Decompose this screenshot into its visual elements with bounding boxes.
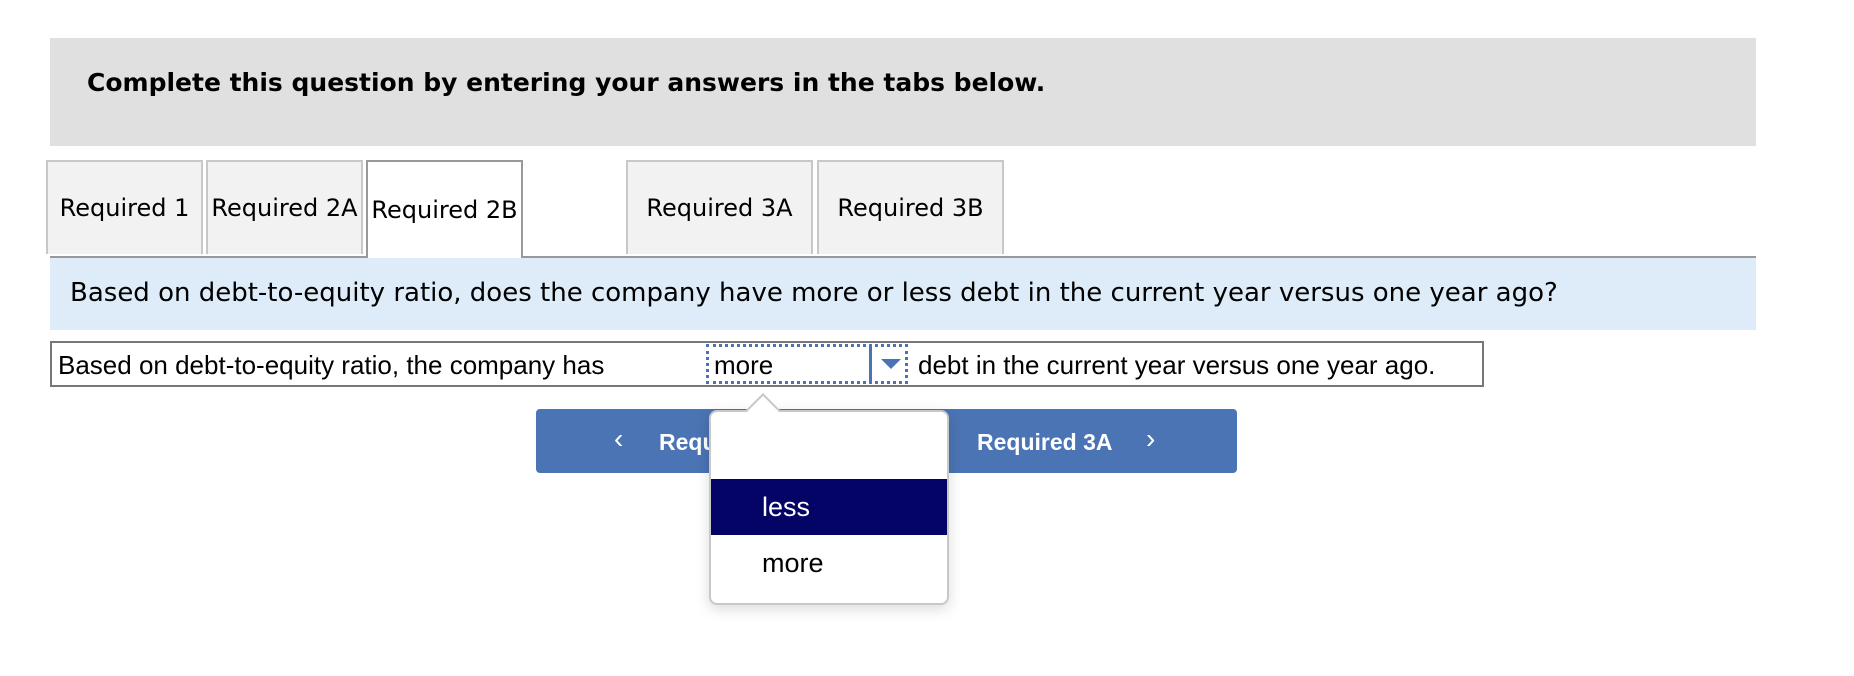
tab-label: Required 2A bbox=[211, 194, 358, 222]
question-text: Based on debt-to-equity ratio, does the … bbox=[70, 278, 1558, 308]
tab-label: Required 2B bbox=[371, 196, 518, 224]
tab-required-2b[interactable]: Required 2B bbox=[366, 160, 523, 258]
answer-suffix: debt in the current year versus one year… bbox=[918, 350, 1436, 380]
chevron-right-icon[interactable]: › bbox=[1146, 423, 1155, 455]
instruction-text: Complete this question by entering your … bbox=[87, 68, 1046, 97]
tab-bar: Required 1 Required 2A Required 2B Requi… bbox=[46, 160, 1756, 258]
chevron-down-icon[interactable] bbox=[881, 359, 901, 369]
tab-label: Required 1 bbox=[59, 194, 190, 222]
chevron-left-icon[interactable]: ‹ bbox=[614, 423, 623, 455]
answer-prefix: Based on debt-to-equity ratio, the compa… bbox=[58, 350, 605, 380]
question-banner: Based on debt-to-equity ratio, does the … bbox=[50, 258, 1756, 330]
select-value: more bbox=[714, 350, 774, 380]
tab-required-1[interactable]: Required 1 bbox=[46, 160, 203, 254]
option-more[interactable]: more bbox=[711, 535, 947, 591]
tab-required-3b[interactable]: Required 3B bbox=[817, 160, 1004, 254]
option-empty[interactable] bbox=[711, 418, 947, 474]
prev-tab-button[interactable]: Requ bbox=[659, 429, 717, 456]
tab-label: Required 3A bbox=[646, 194, 793, 222]
tab-required-3a[interactable]: Required 3A bbox=[626, 160, 813, 254]
more-less-select[interactable]: more bbox=[706, 344, 908, 384]
option-less[interactable]: less bbox=[711, 479, 947, 535]
dropdown-menu: less more bbox=[709, 393, 949, 605]
select-divider bbox=[869, 347, 872, 381]
tab-label: Required 3B bbox=[837, 194, 984, 222]
instruction-header: Complete this question by entering your … bbox=[50, 38, 1756, 146]
answer-row: Based on debt-to-equity ratio, the compa… bbox=[50, 341, 1484, 387]
tab-required-2a[interactable]: Required 2A bbox=[206, 160, 363, 254]
next-tab-button[interactable]: Required 3A bbox=[977, 429, 1112, 456]
